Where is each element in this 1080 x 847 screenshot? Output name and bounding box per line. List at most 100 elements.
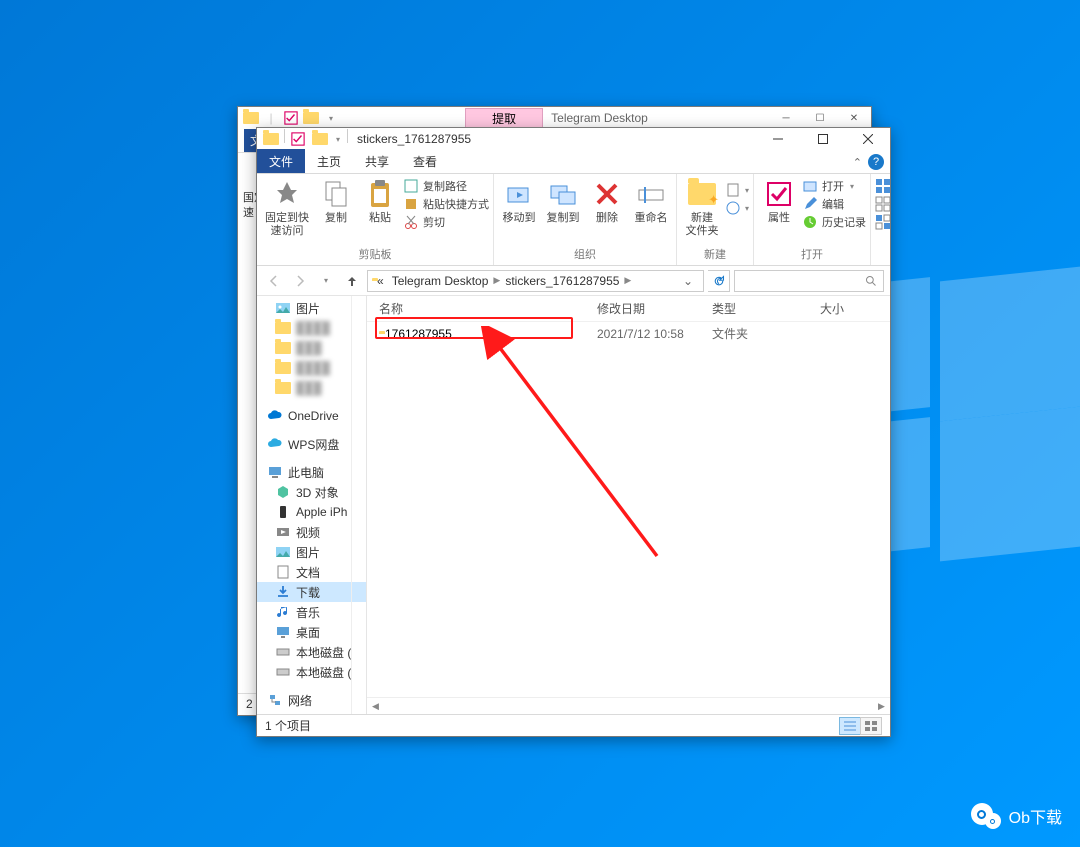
refresh-button[interactable] bbox=[708, 270, 730, 292]
title-bar[interactable]: ▾ stickers_1761287955 bbox=[257, 128, 890, 150]
nav-recent-button[interactable]: ▾ bbox=[315, 270, 337, 292]
paste-shortcut-button[interactable]: 粘贴快捷方式 bbox=[403, 196, 489, 212]
nav-iphone[interactable]: Apple iPh bbox=[257, 502, 366, 522]
folder-icon bbox=[309, 129, 331, 149]
copy-to-button[interactable]: 复制到 bbox=[542, 176, 584, 227]
rename-button[interactable]: 重命名 bbox=[630, 176, 672, 227]
col-name[interactable]: 名称 bbox=[379, 300, 597, 317]
easy-access-button[interactable]: ▾ bbox=[725, 200, 749, 216]
open-button[interactable]: 打开▾ bbox=[802, 178, 866, 194]
nav-this-pc[interactable]: 此电脑 bbox=[257, 462, 366, 482]
paste-button[interactable]: 粘贴 bbox=[359, 176, 401, 227]
properties-button[interactable]: 属性 bbox=[758, 176, 800, 227]
col-date[interactable]: 修改日期 bbox=[597, 300, 712, 317]
nav-3d-objects[interactable]: 3D 对象 bbox=[257, 482, 366, 502]
invert-selection-button[interactable]: 反向选择 bbox=[875, 214, 890, 230]
tab-share[interactable]: 共享 bbox=[353, 149, 401, 173]
tab-file[interactable]: 文件 bbox=[257, 149, 305, 173]
breadcrumb-item[interactable]: Telegram Desktop bbox=[389, 274, 492, 288]
pin-quick-access-button[interactable]: 固定到快 速访问 bbox=[261, 176, 313, 239]
nav-local-disk-1[interactable]: 本地磁盘 ( bbox=[257, 642, 366, 662]
nav-network[interactable]: 网络 bbox=[257, 690, 366, 710]
maximize-icon[interactable]: ☐ bbox=[803, 108, 837, 128]
status-text: 1 个项目 bbox=[265, 717, 311, 734]
horizontal-scrollbar[interactable]: ◀▶ bbox=[367, 697, 890, 714]
folder-icon bbox=[301, 108, 321, 128]
nav-downloads[interactable]: 下载 bbox=[257, 582, 366, 602]
close-button[interactable] bbox=[845, 128, 890, 150]
breadcrumb-overflow[interactable]: « bbox=[374, 274, 387, 288]
nav-onedrive[interactable]: OneDrive bbox=[257, 406, 366, 426]
file-list[interactable]: 名称 修改日期 类型 大小 1761287955 2021/7/12 10:58… bbox=[367, 296, 890, 714]
help-button[interactable]: ? bbox=[868, 154, 884, 170]
copy-button[interactable]: 复制 bbox=[315, 176, 357, 227]
minimize-icon[interactable]: ─ bbox=[769, 108, 803, 128]
tab-view[interactable]: 查看 bbox=[401, 149, 449, 173]
delete-button[interactable]: 删除 bbox=[586, 176, 628, 227]
new-folder-button[interactable]: 新建 文件夹 bbox=[681, 176, 723, 239]
qat-dropdown-icon[interactable]: ▾ bbox=[331, 129, 345, 149]
tab-home[interactable]: 主页 bbox=[305, 149, 353, 173]
address-bar: ▾ « Telegram Desktop ▶ stickers_17612879… bbox=[257, 266, 890, 296]
history-button[interactable]: 历史记录 bbox=[802, 214, 866, 230]
collapse-ribbon-icon[interactable]: ⌃ bbox=[853, 156, 862, 169]
move-to-button[interactable]: 移动到 bbox=[498, 176, 540, 227]
watermark: Ob下载 bbox=[971, 803, 1062, 829]
select-none-button[interactable]: 全部取消 bbox=[875, 196, 890, 212]
window-title: stickers_1761287955 bbox=[357, 132, 471, 146]
address-dropdown-icon[interactable]: ⌄ bbox=[677, 274, 699, 288]
search-input[interactable] bbox=[734, 270, 884, 292]
file-date: 2021/7/12 10:58 bbox=[597, 327, 712, 341]
status-bar: 1 个项目 bbox=[257, 714, 890, 736]
copy-path-button[interactable]: 复制路径 bbox=[403, 178, 489, 194]
nav-desktop[interactable]: 桌面 bbox=[257, 622, 366, 642]
edit-button[interactable]: 编辑 bbox=[802, 196, 866, 212]
breadcrumb-bar[interactable]: « Telegram Desktop ▶ stickers_1761287955… bbox=[367, 270, 704, 292]
contextual-tab: 提取 bbox=[465, 108, 543, 129]
ribbon-group-clipboard: 固定到快 速访问 复制 粘贴 复制路径 粘贴快捷方式 剪切 剪贴板 bbox=[257, 174, 494, 265]
annotation-highlight bbox=[375, 317, 573, 339]
minimize-button[interactable] bbox=[755, 128, 800, 150]
ribbon-tabs: 文件 主页 共享 查看 ⌃ ? bbox=[257, 150, 890, 174]
ribbon-group-organize: 移动到 复制到 删除 重命名 组织 bbox=[494, 174, 677, 265]
nav-videos[interactable]: 视频 bbox=[257, 522, 366, 542]
ribbon: 固定到快 速访问 复制 粘贴 复制路径 粘贴快捷方式 剪切 剪贴板 bbox=[257, 174, 890, 266]
nav-item-blurred[interactable]: ████ bbox=[257, 358, 366, 378]
divider-icon: | bbox=[261, 108, 281, 128]
nav-local-disk-2[interactable]: 本地磁盘 ( bbox=[257, 662, 366, 682]
close-icon[interactable]: ✕ bbox=[837, 108, 871, 128]
breadcrumb-item[interactable]: stickers_1761287955 bbox=[502, 274, 622, 288]
wechat-icon bbox=[971, 803, 1001, 829]
separator bbox=[347, 129, 348, 143]
properties-qat-icon[interactable] bbox=[287, 129, 309, 149]
maximize-button[interactable] bbox=[800, 128, 845, 150]
ribbon-group-new: 新建 文件夹 ▾ ▾ 新建 bbox=[677, 174, 754, 265]
nav-pane[interactable]: 图片 ████ ███ ████ ███ OneDrive WPS网盘 此电脑 … bbox=[257, 296, 367, 714]
chevron-right-icon[interactable]: ▶ bbox=[493, 275, 500, 286]
cut-button[interactable]: 剪切 bbox=[403, 214, 489, 230]
explorer-window: ▾ stickers_1761287955 文件 主页 共享 查看 ⌃ ? 固定… bbox=[256, 127, 891, 737]
nav-scrollbar[interactable] bbox=[351, 296, 366, 714]
view-large-icons-button[interactable] bbox=[860, 717, 882, 735]
col-type[interactable]: 类型 bbox=[712, 300, 820, 317]
nav-pictures[interactable]: 图片 bbox=[257, 298, 366, 318]
nav-item-blurred[interactable]: ███ bbox=[257, 338, 366, 358]
nav-documents[interactable]: 文档 bbox=[257, 562, 366, 582]
view-details-button[interactable] bbox=[839, 717, 861, 735]
nav-item-blurred[interactable]: ████ bbox=[257, 318, 366, 338]
nav-item-blurred[interactable]: ███ bbox=[257, 378, 366, 398]
annotation-arrow bbox=[427, 326, 687, 586]
watermark-text: Ob下载 bbox=[1009, 804, 1062, 828]
nav-music[interactable]: 音乐 bbox=[257, 602, 366, 622]
background-window-title: Telegram Desktop bbox=[551, 111, 648, 125]
nav-pictures-2[interactable]: 图片 bbox=[257, 542, 366, 562]
nav-wps[interactable]: WPS网盘 bbox=[257, 434, 366, 454]
nav-up-button[interactable] bbox=[341, 270, 363, 292]
select-all-button[interactable]: 全部选择 bbox=[875, 178, 890, 194]
nav-back-button[interactable] bbox=[263, 270, 285, 292]
chevron-right-icon[interactable]: ▶ bbox=[624, 275, 631, 286]
new-item-button[interactable]: ▾ bbox=[725, 182, 749, 198]
check-icon bbox=[281, 108, 301, 128]
col-size[interactable]: 大小 bbox=[820, 300, 882, 317]
nav-forward-button[interactable] bbox=[289, 270, 311, 292]
